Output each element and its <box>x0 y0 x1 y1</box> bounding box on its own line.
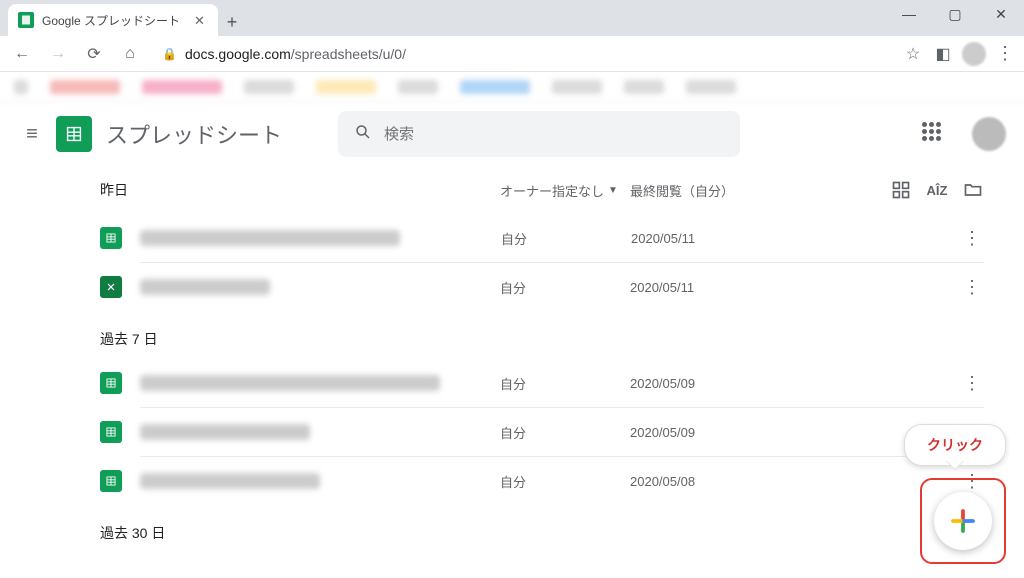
profile-icon[interactable] <box>962 42 986 66</box>
annotation-label: クリック <box>927 437 983 453</box>
lock-icon: 🔒 <box>162 47 177 61</box>
list-header: 昨日 オーナー指定なし ▼ 最終閲覧（自分） AÎZ <box>100 166 1024 214</box>
file-name-blurred <box>140 230 400 246</box>
account-avatar[interactable] <box>972 117 1006 151</box>
annotation-highlight <box>920 478 1006 564</box>
file-owner: 自分 <box>501 229 631 248</box>
back-button[interactable]: ← <box>8 40 36 68</box>
window-close-button[interactable]: ✕ <box>978 0 1024 28</box>
window-minimize-button[interactable]: — <box>886 0 932 28</box>
folder-button[interactable] <box>962 179 984 201</box>
app-title: スプレッドシート <box>106 118 282 150</box>
file-date: 2020/05/11 <box>631 231 801 246</box>
more-actions-button[interactable]: ⋮ <box>960 277 984 298</box>
new-tab-button[interactable]: + <box>218 8 246 36</box>
excel-file-icon <box>100 276 122 298</box>
view-actions: AÎZ <box>890 179 984 201</box>
new-document-fab[interactable] <box>934 492 992 550</box>
file-owner: 自分 <box>500 472 630 491</box>
annotation-bubble: クリック <box>904 424 1006 466</box>
browser-tab-title: Google スプレッドシート <box>42 12 186 29</box>
file-date: 2020/05/09 <box>630 425 800 440</box>
list-item[interactable]: 自分 2020/05/11 ⋮ <box>100 214 1024 262</box>
list-item[interactable]: 自分 2020/05/09 ⋮ <box>100 408 1024 456</box>
search-icon <box>354 123 372 146</box>
owner-filter[interactable]: オーナー指定なし ▼ <box>500 181 630 200</box>
document-list: 昨日 オーナー指定なし ▼ 最終閲覧（自分） AÎZ 自分 2020/05/11… <box>0 166 1024 553</box>
window-maximize-button[interactable]: ▢ <box>932 0 978 28</box>
browser-toolbar: ← → ⟳ ⌂ 🔒 docs.google.com/spreadsheets/u… <box>0 36 1024 72</box>
extension-icon[interactable]: ◧ <box>932 43 954 65</box>
main-menu-button[interactable]: ≡ <box>18 123 46 146</box>
list-item[interactable]: 自分 2020/05/08 ⋮ <box>100 457 1024 505</box>
browser-menu-button[interactable]: ⋮ <box>994 43 1016 65</box>
section-label: 過去 30 日 <box>100 505 1024 553</box>
chevron-down-icon: ▼ <box>608 185 618 196</box>
last-opened-column: 最終閲覧（自分） <box>630 181 800 200</box>
google-apps-button[interactable] <box>922 122 946 146</box>
file-name-blurred <box>140 473 320 489</box>
search-box[interactable] <box>338 111 740 157</box>
sheets-file-icon <box>100 470 122 492</box>
file-owner: 自分 <box>500 423 630 442</box>
sheets-file-icon <box>100 421 122 443</box>
file-date: 2020/05/08 <box>630 474 800 489</box>
section-label: 過去 7 日 <box>100 311 1024 359</box>
file-owner: 自分 <box>500 278 630 297</box>
star-icon[interactable]: ☆ <box>902 43 924 65</box>
bookmarks-bar <box>0 72 1024 102</box>
home-button[interactable]: ⌂ <box>116 40 144 68</box>
file-name-blurred <box>140 375 440 391</box>
app-header: ≡ スプレッドシート <box>0 102 1024 166</box>
section-label: 昨日 <box>100 180 500 200</box>
browser-tabstrip: Google スプレッドシート ✕ + <box>0 0 1024 36</box>
more-actions-button[interactable]: ⋮ <box>960 373 984 394</box>
tab-close-icon[interactable]: ✕ <box>194 13 208 27</box>
browser-tab[interactable]: Google スプレッドシート ✕ <box>8 4 218 36</box>
plus-multicolor-icon <box>948 506 978 536</box>
more-actions-button[interactable]: ⋮ <box>960 228 984 249</box>
sheets-file-icon <box>100 227 122 249</box>
url-text: docs.google.com/spreadsheets/u/0/ <box>185 46 406 62</box>
sheets-favicon-icon <box>18 12 34 28</box>
file-owner: 自分 <box>500 374 630 393</box>
file-name-blurred <box>140 279 270 295</box>
sheets-logo-icon <box>56 116 92 152</box>
list-item[interactable]: 自分 2020/05/11 ⋮ <box>100 263 1024 311</box>
file-date: 2020/05/11 <box>630 280 800 295</box>
list-item[interactable]: 自分 2020/05/09 ⋮ <box>100 359 1024 407</box>
sort-button[interactable]: AÎZ <box>926 179 948 201</box>
window-controls: — ▢ ✕ <box>886 0 1024 28</box>
forward-button[interactable]: → <box>44 40 72 68</box>
file-name-blurred <box>140 424 310 440</box>
reload-button[interactable]: ⟳ <box>80 40 108 68</box>
address-bar[interactable]: 🔒 docs.google.com/spreadsheets/u/0/ <box>152 40 894 68</box>
search-input[interactable] <box>384 126 724 143</box>
grid-view-button[interactable] <box>890 179 912 201</box>
sheets-file-icon <box>100 372 122 394</box>
file-date: 2020/05/09 <box>630 376 800 391</box>
